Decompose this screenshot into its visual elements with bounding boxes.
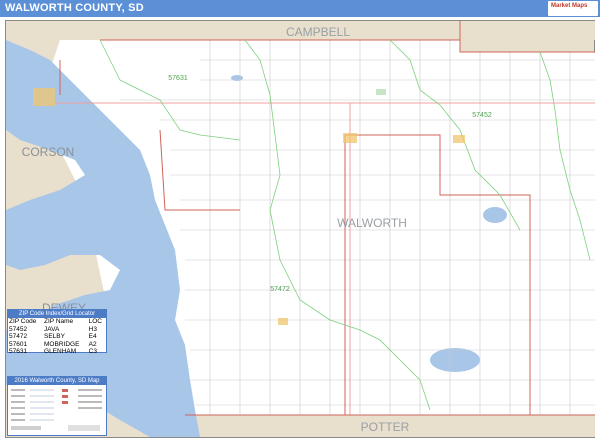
zip-label-57472: 57472 [270, 286, 290, 293]
zip-name-cell: GLENHAM [44, 348, 77, 355]
zip-name-cell: JAVA [44, 325, 60, 333]
town-small [278, 318, 288, 325]
legend-title: 2016 Walworth County, SD Map [8, 377, 106, 385]
table-header-row: ZIP Code ZIP Name LOC [8, 318, 106, 326]
lake-south [430, 348, 480, 372]
map-legend-panel: 2016 Walworth County, SD Map [7, 376, 107, 436]
header-loc: LOC [88, 318, 103, 325]
table-row: 57472 SELBY E4 [8, 333, 106, 341]
zip-loc-cell: A2 [88, 340, 97, 348]
table-row: 57452 JAVA H3 [8, 326, 106, 334]
label-potter: POTTER [361, 420, 410, 434]
town-selby [343, 133, 357, 143]
table-row: 57601 MOBRIDGE A2 [8, 341, 106, 349]
town-mobridge [33, 88, 55, 106]
zip-index-table: ZIP Code ZIP Name LOC 57452 JAVA H3 5747… [8, 318, 106, 356]
label-corson: CORSON [22, 145, 75, 159]
zip-name-cell: SELBY [44, 333, 65, 340]
header-zip-code: ZIP Code [9, 318, 37, 325]
lake-east [483, 207, 507, 223]
zip-label-57452: 57452 [472, 112, 492, 119]
zip-loc-cell: H3 [88, 325, 97, 333]
table-row: 57631 GLENHAM C3 [8, 348, 106, 356]
label-campbell: CAMPBELL [286, 25, 350, 39]
town-glenham [376, 89, 386, 95]
zip-index-title: ZIP Code Index/Grid Locator [8, 310, 106, 318]
zip-index-panel: ZIP Code Index/Grid Locator ZIP Code ZIP… [7, 309, 107, 356]
zip-code-cell: 57452 [9, 325, 28, 333]
legend-symbols [11, 389, 102, 431]
town-java [453, 135, 465, 143]
zip-label-57631: 57631 [168, 75, 188, 82]
zip-loc-cell: E4 [88, 333, 97, 340]
header-zip-name: ZIP Name [44, 318, 74, 325]
label-walworth: WALWORTH [337, 216, 407, 230]
zip-name-cell: MOBRIDGE [44, 340, 80, 348]
zip-loc-cell: C3 [88, 348, 97, 355]
zip-code-cell: 57472 [9, 333, 28, 340]
zip-code-cell: 57601 [9, 340, 28, 348]
zip-code-cell: 57631 [9, 348, 28, 355]
